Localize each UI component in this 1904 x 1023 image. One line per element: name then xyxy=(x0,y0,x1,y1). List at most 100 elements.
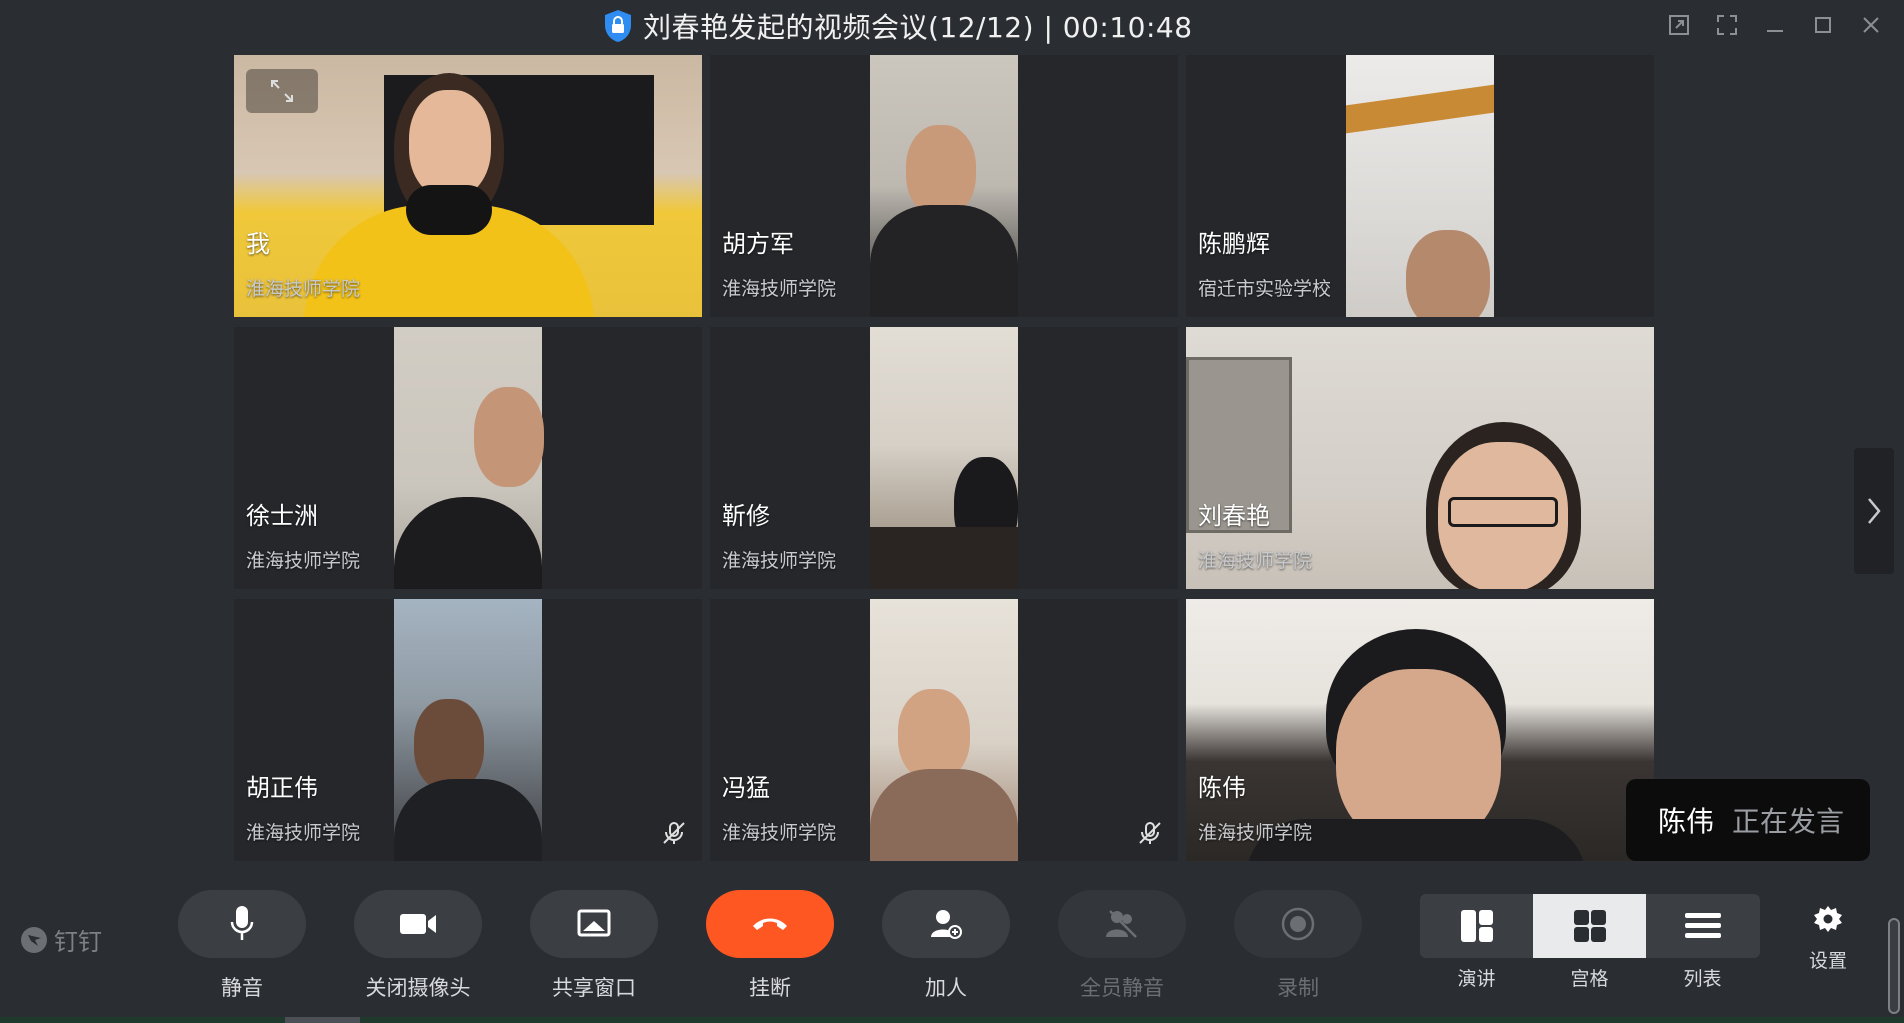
title-bar: 刘春艳发起的视频会议(12/12) | 00:10:48 xyxy=(0,0,1904,52)
speaker-layout-icon xyxy=(1460,910,1493,942)
mic-muted-icon xyxy=(663,822,685,844)
camera-label: 关闭摄像头 xyxy=(365,976,471,1000)
list-view-button[interactable] xyxy=(1646,894,1759,958)
participant-name: 我 xyxy=(246,230,270,258)
participant-org: 淮海技师学院 xyxy=(246,822,361,844)
mic-muted-icon xyxy=(1139,822,1161,844)
participant-org: 淮海技师学院 xyxy=(722,822,837,844)
scrollbar-thumb[interactable] xyxy=(285,1017,360,1023)
close-button[interactable] xyxy=(1856,10,1886,40)
add-participant-label: 加人 xyxy=(925,976,967,1000)
record-label: 录制 xyxy=(1277,976,1319,1000)
participant-tile[interactable]: 我 淮海技师学院 xyxy=(234,55,702,317)
fullscreen-button[interactable] xyxy=(1712,10,1742,40)
person-face xyxy=(898,689,970,781)
share-pill[interactable] xyxy=(530,890,658,958)
maximize-button[interactable] xyxy=(1808,10,1838,40)
share-label: 共享窗口 xyxy=(552,976,636,1000)
mute-all-label: 全员静音 xyxy=(1080,976,1164,1000)
brand-logo: 钉钉 xyxy=(20,922,102,957)
participant-org: 淮海技师学院 xyxy=(1198,822,1313,844)
window-title: 刘春艳发起的视频会议(12/12) | 00:10:48 xyxy=(643,11,1193,44)
add-user-icon xyxy=(931,910,962,939)
participant-org: 淮海技师学院 xyxy=(1198,550,1313,572)
participant-tile[interactable]: 冯猛 淮海技师学院 xyxy=(710,599,1178,861)
gear-icon xyxy=(1814,906,1842,932)
grid-layout-icon xyxy=(1573,910,1606,942)
share-screen-icon xyxy=(577,909,611,937)
horizontal-scrollbar[interactable] xyxy=(0,1017,1904,1023)
minimize-button[interactable] xyxy=(1760,10,1790,40)
record-button[interactable]: 录制 xyxy=(1234,890,1362,1002)
mute-all-icon xyxy=(1106,910,1137,938)
popout-icon xyxy=(1669,15,1689,35)
camera-icon xyxy=(400,914,436,934)
participant-tile[interactable]: 陈鹏辉 宿迁市实验学校 xyxy=(1186,55,1654,317)
participant-name: 冯猛 xyxy=(722,774,770,802)
add-participant-button[interactable]: 加人 xyxy=(882,890,1010,1002)
person-body xyxy=(870,769,1018,861)
person-face xyxy=(414,699,484,791)
hangup-label: 挂断 xyxy=(749,976,791,1000)
participant-org: 淮海技师学院 xyxy=(722,278,837,300)
settings-label: 设置 xyxy=(1808,950,1847,972)
share-button[interactable]: 共享窗口 xyxy=(530,890,658,1002)
camera-pill[interactable] xyxy=(354,890,482,958)
phone-hangup-icon xyxy=(753,918,787,930)
hangup-button[interactable]: 挂断 xyxy=(706,890,834,1002)
participant-tile[interactable]: 徐士洲 淮海技师学院 xyxy=(234,327,702,589)
ceiling-trim xyxy=(1346,84,1494,134)
camera-button[interactable]: 关闭摄像头 xyxy=(354,890,482,1002)
participant-tile[interactable]: 胡方军 淮海技师学院 xyxy=(710,55,1178,317)
video-feed xyxy=(1346,55,1494,317)
participant-tile[interactable]: 胡正伟 淮海技师学院 xyxy=(234,599,702,861)
participant-org: 淮海技师学院 xyxy=(246,550,361,572)
grid-view-label: 宫格 xyxy=(1570,968,1609,990)
layout-switcher xyxy=(1420,894,1760,958)
participant-name: 徐士洲 xyxy=(246,502,318,530)
participant-org: 淮海技师学院 xyxy=(246,278,361,300)
mute-all-pill[interactable] xyxy=(1058,890,1186,958)
add-participant-pill[interactable] xyxy=(882,890,1010,958)
person-body xyxy=(394,779,542,861)
chevron-right-icon xyxy=(1868,498,1881,524)
expand-tile-button[interactable] xyxy=(246,69,318,113)
speaking-state: 正在发言 xyxy=(1732,805,1845,838)
popout-button[interactable] xyxy=(1664,10,1694,40)
person-body xyxy=(394,497,542,589)
fullscreen-icon xyxy=(1717,15,1737,35)
mute-all-button[interactable]: 全员静音 xyxy=(1058,890,1186,1002)
close-icon xyxy=(1863,17,1879,33)
settings-button[interactable]: 设置 xyxy=(1800,904,1856,973)
person-face xyxy=(474,387,544,487)
grid-view-button[interactable] xyxy=(1533,894,1646,958)
participant-org: 淮海技师学院 xyxy=(722,550,837,572)
person-body xyxy=(870,527,1018,589)
vertical-scrollbar[interactable] xyxy=(1888,918,1900,1014)
record-pill[interactable] xyxy=(1234,890,1362,958)
video-feed xyxy=(394,599,542,861)
mute-pill[interactable] xyxy=(178,890,306,958)
participant-tile[interactable]: 靳修 淮海技师学院 xyxy=(710,327,1178,589)
video-feed xyxy=(870,599,1018,861)
participant-name: 陈伟 xyxy=(1198,774,1246,802)
lock-shield-icon xyxy=(605,10,631,42)
participant-name: 胡正伟 xyxy=(246,774,318,802)
meeting-toolbar: 钉钉 静音 关闭摄像头 共享窗口 挂断 加人 全员静音 录制 演讲 宫格 列表 … xyxy=(0,864,1904,1023)
layout-labels: 演讲 宫格 列表 xyxy=(1420,964,1760,991)
brand-name: 钉钉 xyxy=(54,928,102,956)
person-collar xyxy=(406,185,492,235)
list-layout-icon xyxy=(1684,913,1721,938)
mute-button[interactable]: 静音 xyxy=(178,890,306,1002)
list-view-label: 列表 xyxy=(1683,968,1722,990)
participant-tile[interactable]: 刘春艳 淮海技师学院 xyxy=(1186,327,1654,589)
participant-tile-active[interactable]: 陈伟 淮海技师学院 xyxy=(1186,599,1654,861)
speaker-view-button[interactable] xyxy=(1420,894,1533,958)
person-face xyxy=(1406,230,1490,317)
expand-icon xyxy=(271,80,293,102)
title-wrap: 刘春艳发起的视频会议(12/12) | 00:10:48 xyxy=(603,8,1193,44)
next-page-button[interactable] xyxy=(1854,448,1894,574)
hangup-pill[interactable] xyxy=(706,890,834,958)
window-controls xyxy=(1664,10,1886,40)
participant-name: 胡方军 xyxy=(722,230,794,258)
